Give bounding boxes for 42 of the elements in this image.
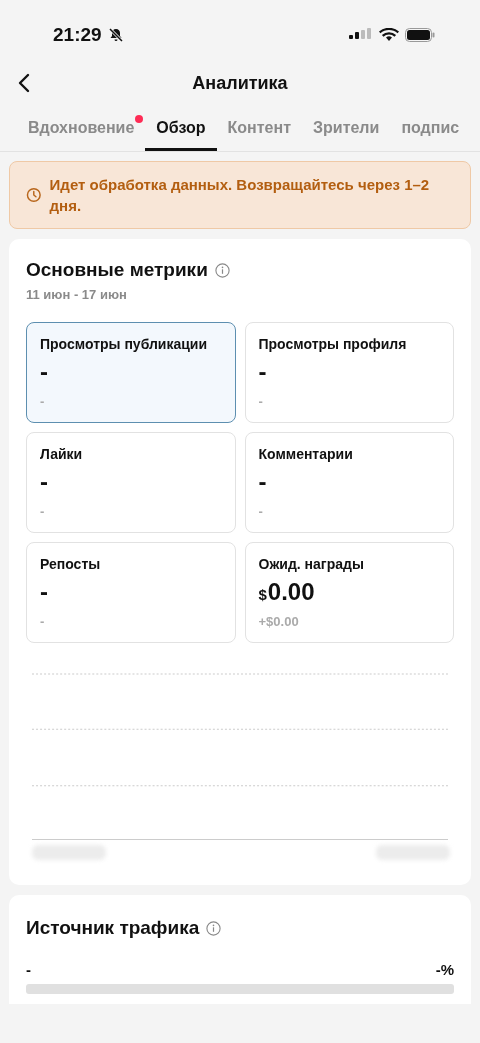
metric-value: - <box>40 358 48 386</box>
metric-change: - <box>258 394 263 409</box>
metric-value: - <box>258 468 267 496</box>
battery-icon <box>405 28 435 42</box>
metric-value: - <box>40 578 48 606</box>
metric-change: - <box>40 614 45 629</box>
metric-label: Лайки <box>40 446 83 462</box>
metric-change: +$0.00 <box>258 614 299 629</box>
metric-tile[interactable]: Просмотры профиля - - <box>244 322 454 423</box>
bell-muted-icon <box>107 27 124 43</box>
traffic-percent: -% <box>435 961 454 978</box>
metric-label: Просмотры публикации <box>40 336 208 352</box>
notice-text: Идет обработка данных. Возвращайтесь через 1–2 дня. <box>49 175 431 216</box>
section-title: Основные метрики <box>26 259 208 281</box>
metric-label: Репосты <box>40 556 101 572</box>
metric-tile[interactable]: Лайки - - <box>26 432 236 533</box>
metric-value: - <box>258 358 267 386</box>
traffic-source: - <box>26 961 31 978</box>
section-title: Источник трафика <box>26 917 200 939</box>
info-icon[interactable] <box>214 262 230 278</box>
metric-tile[interactable]: Комментарии - - <box>244 432 454 533</box>
date-range: 11 июн - 17 июн <box>26 287 128 302</box>
clock-icon <box>26 187 42 203</box>
metric-value: - <box>40 468 48 496</box>
signal-icon <box>349 28 373 42</box>
metric-change: - <box>40 394 45 409</box>
metric-tile[interactable]: Репосты - - <box>26 542 236 643</box>
info-icon[interactable] <box>206 920 222 936</box>
back-icon[interactable] <box>18 73 30 93</box>
metric-tile[interactable]: Ожид. награды $0.00 +$0.00 <box>244 542 454 643</box>
tab[interactable]: Обзор <box>145 104 217 151</box>
metric-label: Просмотры профиля <box>258 336 407 352</box>
metric-change: - <box>40 504 45 519</box>
status-time: 21:29 <box>53 24 102 46</box>
metric-change: - <box>258 504 263 519</box>
page-title: Аналитика <box>192 72 288 94</box>
metric-tile[interactable]: Просмотры публикации - - <box>26 322 236 423</box>
currency-sign: $ <box>258 586 267 603</box>
metric-label: Ожид. награды <box>258 556 364 572</box>
metric-label: Комментарии <box>258 446 353 462</box>
wifi-icon <box>379 28 399 42</box>
metric-value: 0.00 <box>267 578 315 606</box>
